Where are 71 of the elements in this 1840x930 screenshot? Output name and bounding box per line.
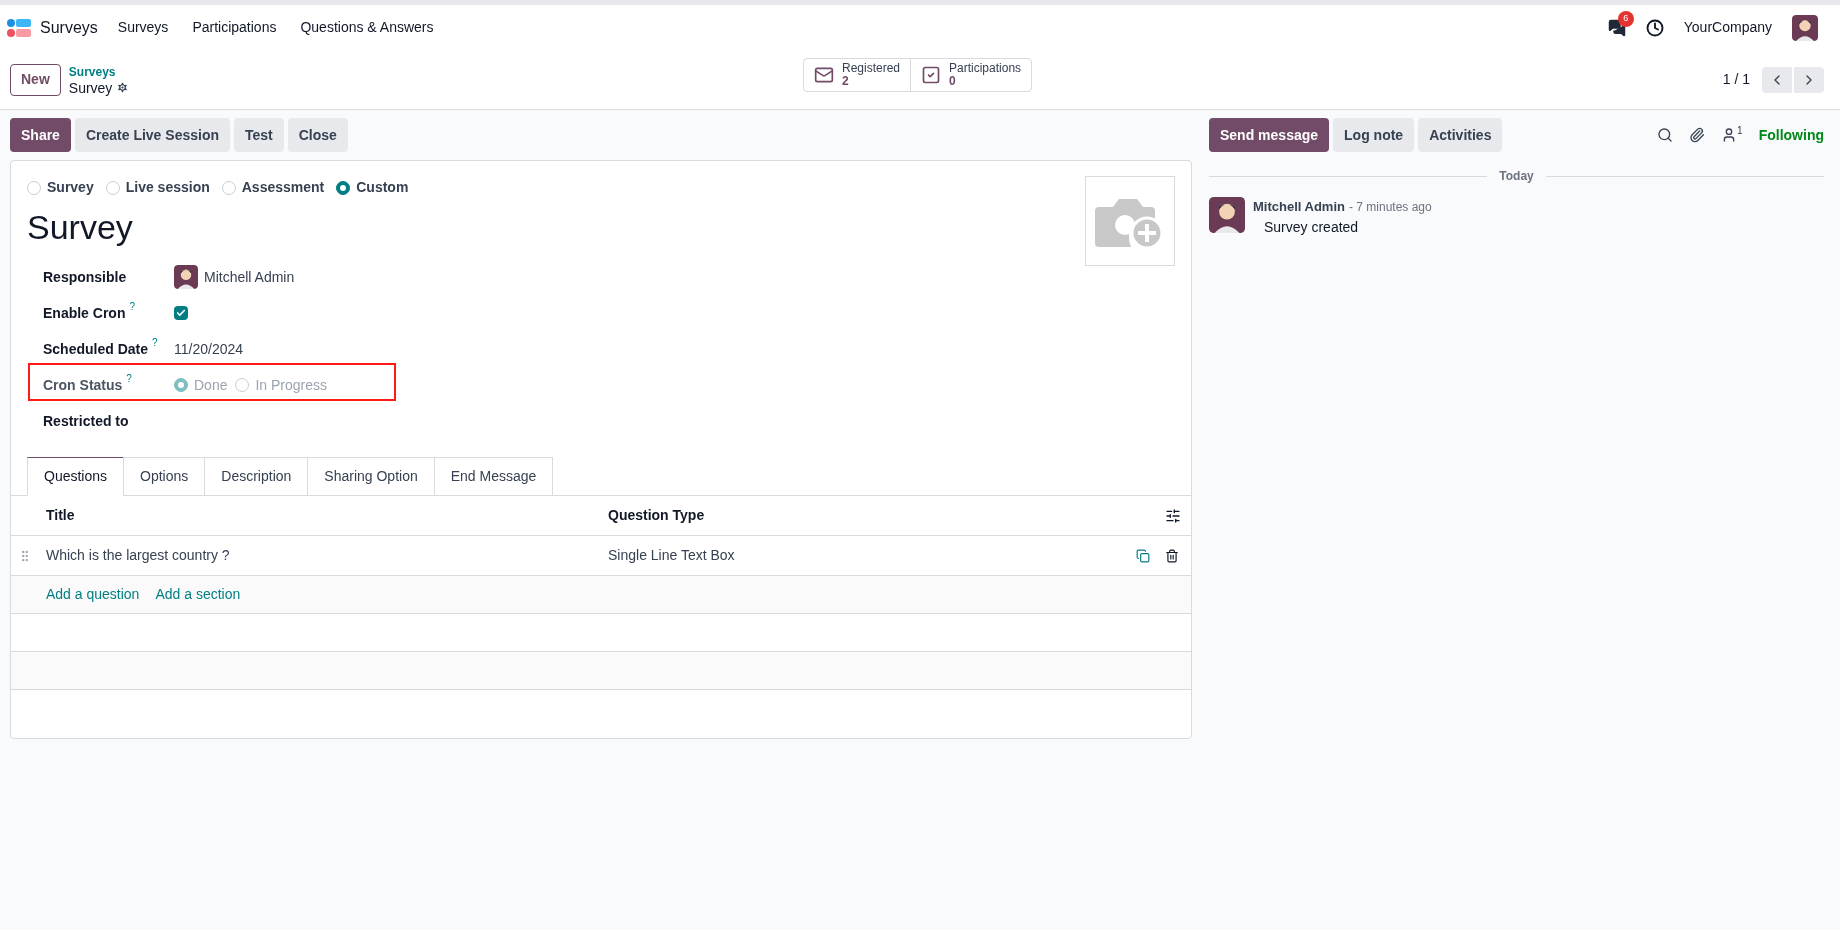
message-time: - 7 minutes ago [1348, 199, 1432, 216]
field-label: Enable Cron [43, 303, 126, 323]
checkbox-icon [921, 65, 942, 85]
envelope-icon [814, 65, 834, 85]
previous-button[interactable] [1762, 66, 1792, 93]
help-mark[interactable]: ? [152, 334, 158, 350]
column-settings-icon[interactable] [1165, 507, 1181, 524]
breadcrumb-link[interactable]: Surveys [68, 63, 130, 80]
user-avatar [174, 265, 198, 289]
action-button[interactable]: Share [10, 118, 71, 152]
table-cell-text: Single Line Text Box [608, 546, 735, 565]
author-avatar [1209, 197, 1245, 233]
radio-label: Survey [47, 178, 94, 197]
table-cell-text: Which is the largest country ? [46, 546, 231, 565]
radio-label: Live session [125, 178, 210, 197]
company-name[interactable]: YourCompany [1683, 17, 1772, 38]
radio-label: Custom [356, 178, 409, 197]
add-link[interactable]: Add a question [46, 584, 140, 605]
stat-value: 0 [949, 75, 956, 88]
chatter-button[interactable]: Log note [1333, 118, 1415, 152]
stat-label: Registered [842, 62, 901, 75]
trash-icon[interactable] [1165, 548, 1179, 563]
follower-count: 1 [1737, 124, 1743, 138]
add-link[interactable]: Add a section [155, 584, 241, 605]
action-button[interactable]: Test [234, 118, 284, 152]
column-header[interactable]: Title [11, 505, 608, 526]
field-label: Responsible [43, 267, 127, 287]
clock-icon[interactable] [1645, 18, 1664, 37]
checkbox[interactable] [174, 306, 188, 320]
radio-label: Done [194, 375, 228, 395]
action-button[interactable]: Close [287, 118, 348, 152]
following-button[interactable]: Following [1758, 124, 1824, 146]
notification-badge: 6 [1617, 10, 1634, 27]
field-value[interactable]: 11/20/2024 [174, 338, 244, 360]
field-label: Scheduled Date [43, 339, 149, 359]
new-button[interactable]: New [10, 63, 61, 96]
gear-icon[interactable] [116, 81, 130, 94]
pager-value: 1 / 1 [1722, 70, 1750, 89]
field-label: Restricted to [43, 411, 129, 431]
radio-label: Assessment [241, 178, 325, 197]
notebook-tab[interactable]: End Message [433, 457, 554, 496]
notebook-tab[interactable]: Options [123, 457, 206, 496]
stat-label: Participations [949, 62, 1022, 75]
breadcrumb-current: Survey [68, 79, 113, 96]
search-icon[interactable] [1657, 127, 1674, 143]
message-author[interactable]: Mitchell Admin [1253, 197, 1345, 217]
paperclip-icon[interactable] [1689, 127, 1706, 143]
message-body: Survey created [1264, 217, 1360, 237]
radio-button[interactable] [336, 180, 351, 195]
chatter-button[interactable]: Activities [1418, 118, 1503, 152]
app-name[interactable]: Surveys [40, 15, 98, 40]
stat-button[interactable]: Registered 2 [804, 59, 911, 91]
menu-item[interactable]: Surveys [117, 17, 169, 38]
date-separator: Today [1499, 168, 1534, 185]
notebook-tab[interactable]: Questions [27, 457, 125, 496]
menu-item[interactable]: Participations [192, 17, 277, 38]
chatter-button[interactable]: Send message [1209, 118, 1330, 152]
action-button[interactable]: Create Live Session [74, 118, 230, 152]
app-logo-icon [6, 17, 32, 38]
menu-item[interactable]: Questions & Answers [300, 17, 434, 38]
survey-title[interactable]: Survey [11, 202, 1191, 253]
user-avatar [1792, 14, 1818, 41]
stat-value: 2 [842, 75, 849, 88]
next-button[interactable] [1794, 66, 1824, 93]
radio-label: In Progress [255, 375, 328, 395]
field-value[interactable]: Mitchell Admin [204, 266, 295, 288]
stat-button[interactable]: Participations 0 [910, 59, 1032, 91]
copy-icon[interactable] [1136, 548, 1150, 563]
field-label: Cron Status [43, 375, 123, 395]
help-mark[interactable]: ? [129, 298, 136, 314]
column-header[interactable]: Question Type [608, 505, 705, 526]
